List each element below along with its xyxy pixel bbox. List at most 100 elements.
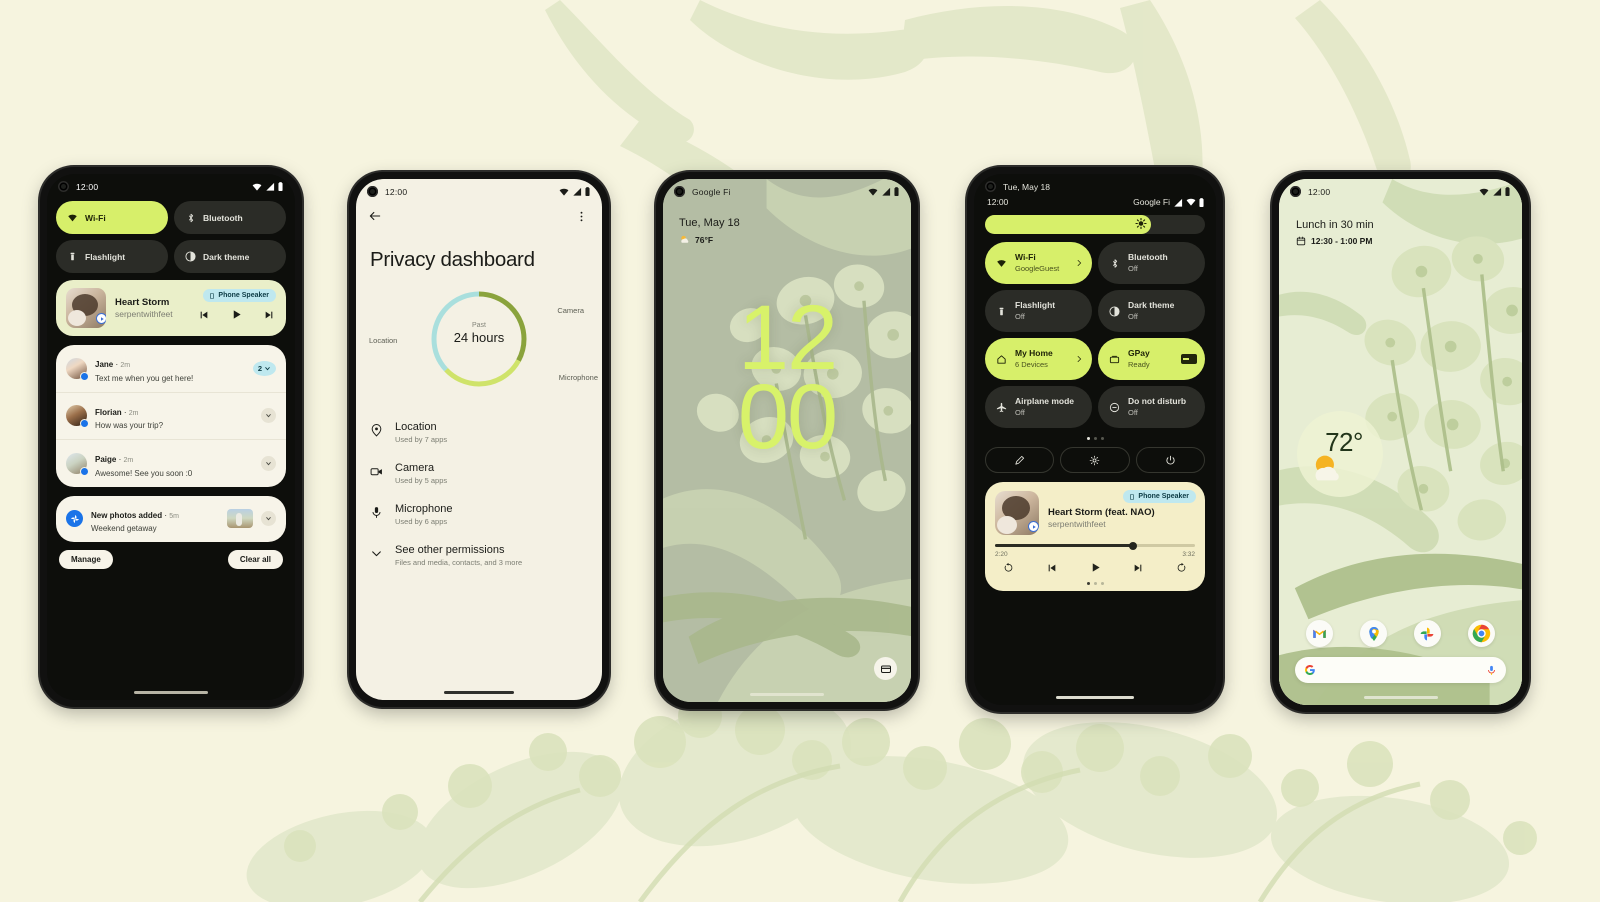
brightness-slider[interactable] (985, 215, 1205, 234)
signal-icon (573, 187, 582, 196)
replay-10-icon[interactable] (1003, 560, 1014, 578)
media-app-badge-icon (1028, 521, 1039, 532)
navigation-pill[interactable] (750, 693, 824, 696)
wallet-shortcut-button[interactable] (874, 657, 897, 680)
navigation-pill[interactable] (1363, 696, 1438, 699)
app-icon-chrome[interactable] (1467, 620, 1495, 647)
status-icons (868, 187, 899, 196)
media-seek-bar[interactable] (995, 541, 1195, 550)
status-icons: Google Fi (1133, 197, 1204, 207)
qs-tile-label: Do not disturb (1128, 395, 1187, 406)
chevron-right-icon[interactable] (1075, 350, 1083, 368)
page-title: Privacy dashboard (370, 248, 535, 271)
qs-tile-bluetooth[interactable]: Bluetooth Off (1098, 242, 1205, 284)
google-search-bar[interactable] (1295, 657, 1506, 683)
qs-tile-label: GPay (1128, 347, 1150, 358)
calendar-icon (1296, 236, 1306, 246)
edit-tiles-button[interactable] (985, 447, 1055, 473)
notification-row[interactable]: Paige · 2m Awesome! See you soon :0 (56, 439, 286, 487)
qs-tile-dark-theme[interactable]: Dark theme Off (1098, 290, 1205, 332)
notification-header: Jane · 2m (95, 360, 131, 369)
qs-tile-gpay[interactable]: GPay Ready (1098, 338, 1205, 380)
navigation-pill[interactable] (444, 691, 514, 694)
play-icon[interactable] (231, 307, 242, 325)
qs-tile-wifi[interactable]: Wi-Fi GoogleGuest (985, 242, 1092, 284)
page-dot (1086, 437, 1090, 440)
skip-previous-icon[interactable] (1047, 560, 1057, 578)
notification-sender: Florian (95, 407, 122, 417)
notification-expand-button[interactable]: 2 (252, 360, 276, 376)
qs-tile-my-home[interactable]: My Home 6 Devices (985, 338, 1092, 380)
notification-body: Weekend getaway (91, 524, 157, 533)
overflow-menu-icon[interactable] (575, 210, 588, 228)
app-icon-photos[interactable] (1413, 620, 1441, 647)
permission-row-see-other[interactable]: See other permissions Files and media, c… (370, 535, 602, 576)
notification-row[interactable]: Jane · 2m Text me when you get here! 2 (56, 345, 286, 392)
navigation-pill[interactable] (134, 691, 208, 694)
quick-tile-bluetooth[interactable]: Bluetooth (174, 201, 286, 234)
signal-icon (882, 187, 891, 196)
screen-quick-settings: Tue, May 18 12:00 Google Fi Wi-Fi Google… (974, 174, 1216, 705)
qs-tile-flashlight[interactable]: Flashlight Off (985, 290, 1092, 332)
qs-tile-airplane-mode[interactable]: Airplane mode Off (985, 386, 1092, 428)
media-output-chip[interactable]: Phone Speaker (203, 289, 276, 302)
notification-row[interactable]: New photos added · 5m Weekend getaway (56, 496, 286, 543)
phone-privacy-dashboard: 12:00 Privacy dashboard Past 24 hours Ca… (349, 172, 609, 707)
messages-app-icon (80, 466, 89, 476)
permission-subtitle: Used by 5 apps (395, 476, 448, 485)
quick-tile-dark-theme[interactable]: Dark theme (174, 240, 286, 273)
lock-clock: 12 00 (663, 292, 911, 463)
wifi-icon (868, 188, 878, 196)
at-a-glance-widget[interactable]: Lunch in 30 min 12:30 - 1:00 PM (1296, 219, 1374, 246)
media-output-chip[interactable]: Phone Speaker (1123, 490, 1196, 503)
quick-tile-wifi[interactable]: Wi-Fi (56, 201, 168, 234)
dark-theme-icon (1109, 305, 1120, 317)
media-player-card[interactable]: Phone Speaker Heart Storm (feat. NAO) se… (985, 482, 1205, 591)
manage-button[interactable]: Manage (59, 550, 113, 569)
media-seek-knob[interactable] (1129, 541, 1137, 550)
permission-row-camera[interactable]: Camera Used by 5 apps (370, 453, 602, 494)
chevron-right-icon[interactable] (1075, 254, 1083, 272)
payment-card-icon (1181, 354, 1197, 364)
camera-punch-hole-icon (674, 186, 685, 197)
notification-expand-button[interactable] (261, 455, 276, 471)
phone-home-screen: 12:00 Lunch in 30 min 12:30 - 1:00 PM 72… (1272, 172, 1529, 712)
notification-expand-button[interactable] (261, 511, 276, 527)
app-icon-maps[interactable] (1360, 620, 1388, 647)
forward-30-icon[interactable] (1176, 560, 1187, 578)
media-player-card[interactable]: Heart Storm serpentwithfeet Phone Speake… (56, 280, 286, 336)
notification-row[interactable]: Florian · 2m How was your trip? (56, 391, 286, 440)
lock-weather[interactable]: 76°F (679, 234, 740, 245)
at-a-glance-time-range: 12:30 - 1:00 PM (1311, 236, 1373, 246)
screen-home: 12:00 Lunch in 30 min 12:30 - 1:00 PM 72… (1279, 179, 1522, 705)
quick-tile-label: Bluetooth (203, 212, 243, 223)
permission-name: Location (395, 421, 437, 433)
clear-all-button[interactable]: Clear all (227, 550, 283, 569)
wifi-icon (252, 183, 262, 191)
back-arrow-icon[interactable] (368, 209, 382, 228)
skip-next-icon[interactable] (1133, 560, 1143, 578)
skip-next-icon[interactable] (264, 307, 274, 325)
microphone-icon[interactable] (1486, 665, 1497, 676)
quick-tile-flashlight[interactable]: Flashlight (56, 240, 168, 273)
avatar (66, 405, 89, 429)
play-icon[interactable] (1090, 560, 1101, 578)
quick-settings-page-dots[interactable] (974, 428, 1216, 440)
permission-row-location[interactable]: Location Used by 7 apps (370, 412, 602, 453)
media-output-label: Phone Speaker (218, 292, 269, 299)
media-page-dots[interactable] (995, 578, 1195, 585)
navigation-pill[interactable] (1056, 696, 1134, 699)
qs-tile-do-not-disturb[interactable]: Do not disturb Off (1098, 386, 1205, 428)
power-button[interactable] (1135, 447, 1205, 473)
weather-widget[interactable]: 72° (1297, 411, 1383, 497)
skip-previous-icon[interactable] (199, 307, 209, 325)
permission-row-microphone[interactable]: Microphone Used by 6 apps (370, 494, 602, 535)
notification-time: 2m (120, 362, 131, 369)
quick-settings-date-row: Tue, May 18 (974, 174, 1216, 192)
settings-button[interactable] (1060, 447, 1130, 473)
notification-expand-button[interactable] (261, 408, 276, 424)
app-icon-gmail[interactable] (1306, 620, 1334, 647)
quick-settings-tile-grid: Wi-Fi GoogleGuest Bluetooth Off Flashlig… (974, 234, 1216, 428)
signal-icon (266, 182, 275, 191)
flashlight-icon (996, 306, 1007, 317)
